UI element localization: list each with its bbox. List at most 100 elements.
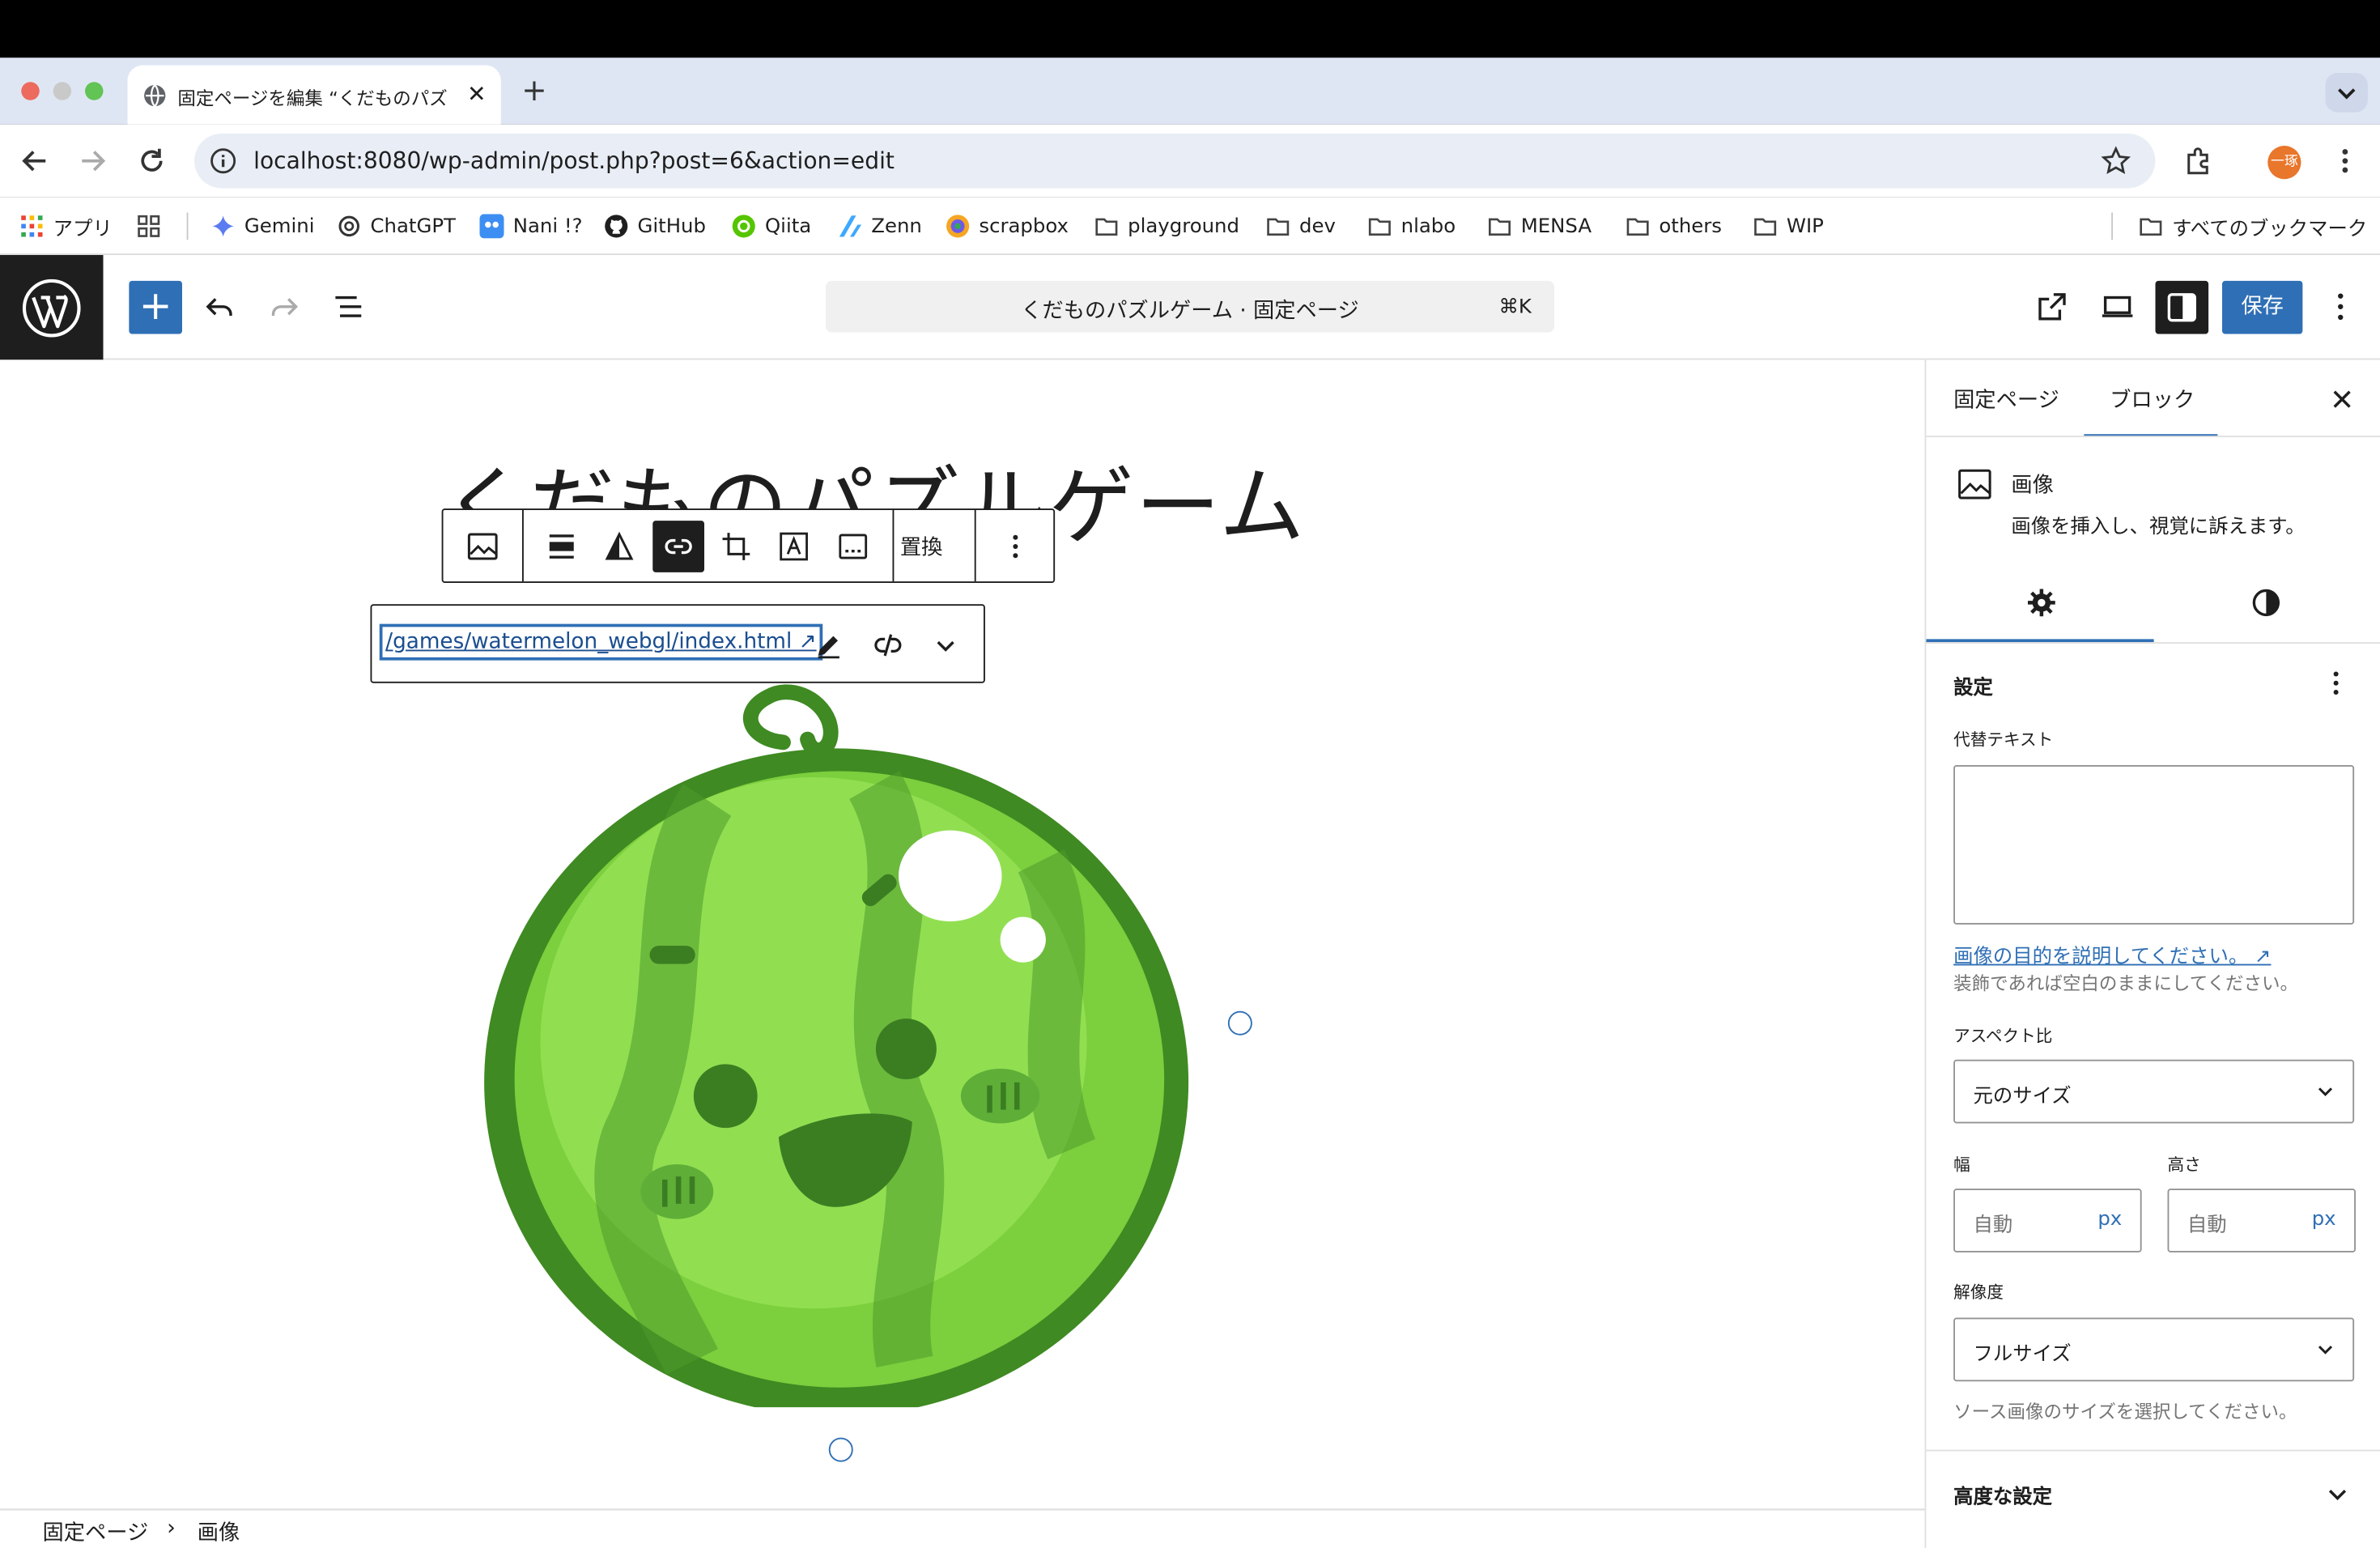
redo-icon[interactable] (266, 288, 302, 325)
image-icon (467, 533, 498, 560)
unlink-icon[interactable] (873, 630, 903, 661)
breadcrumb-item-image[interactable]: 画像 (198, 1516, 240, 1547)
settings-panel-title[interactable]: 設定 (1953, 671, 1993, 700)
resolution-select[interactable]: フルサイズ (1953, 1317, 2355, 1382)
bookmark-folder-wip[interactable]: WIP (1753, 213, 1824, 240)
advanced-panel-toggle[interactable]: 高度な設定 (1953, 1480, 2052, 1509)
external-link-icon[interactable] (2034, 288, 2071, 325)
new-tab-button[interactable]: + (517, 73, 550, 106)
aspect-ratio-select[interactable]: 元のサイズ (1953, 1059, 2355, 1124)
maximize-window-button[interactable] (85, 82, 104, 100)
options-icon[interactable] (2323, 288, 2359, 325)
alt-text-label: 代替テキスト (1953, 729, 2054, 751)
tab-page[interactable]: 固定ページ (1953, 384, 2059, 415)
styles-contrast-icon[interactable] (2251, 588, 2282, 619)
block-options-button[interactable] (990, 521, 1042, 572)
text-overlay-button[interactable] (768, 521, 820, 572)
link-button[interactable] (652, 521, 704, 572)
close-window-button[interactable] (21, 82, 40, 100)
block-inserter-button[interactable]: + (129, 280, 182, 334)
crop-button[interactable] (711, 521, 763, 572)
tab-search-button[interactable] (2325, 73, 2368, 113)
address-bar[interactable]: localhost:8080/wp-admin/post.php?post=6&… (194, 134, 2156, 189)
edit-pencil-icon[interactable] (814, 630, 844, 661)
bookmark-zenn[interactable]: Zenn (838, 213, 922, 240)
resize-handle-right[interactable] (1227, 1010, 1252, 1036)
replace-button[interactable]: 置換 (900, 531, 943, 562)
alt-text-input[interactable] (1953, 765, 2355, 925)
folder-icon (2140, 218, 2162, 236)
chevron-down-icon[interactable] (930, 630, 961, 661)
block-toolbar: 置換 (441, 508, 1056, 583)
align-button[interactable] (536, 521, 588, 572)
breadcrumb: 固定ページ › 画像 (0, 1508, 1925, 1548)
command-palette-button[interactable]: くだものパズルゲーム · 固定ページ ⌘K (826, 280, 1554, 333)
link-url[interactable]: /games/watermelon_webgl/index.html ↗ (379, 623, 823, 661)
browser-tab-strip: 固定ページを編集 “くだものパズ ✕ + (0, 57, 2380, 125)
alt-help-text: 装飾であれば空白のままにしてください。 (1953, 972, 2299, 995)
tab-block[interactable]: ブロック (2110, 384, 2195, 415)
reload-icon[interactable] (135, 144, 168, 177)
width-label: 幅 (1953, 1155, 1970, 1176)
bookmark-qiita[interactable]: Qiita (732, 213, 811, 240)
duotone-icon (605, 531, 634, 560)
height-input[interactable]: 自動 px (2167, 1189, 2356, 1252)
bookmark-folder-mensa[interactable]: MENSA (1488, 213, 1592, 240)
chevron-down-icon (2338, 88, 2356, 100)
save-button[interactable]: 保存 (2222, 280, 2303, 334)
block-card-description: 画像を挿入し、視覚に訴えます。 (2011, 516, 2306, 539)
height-unit-select[interactable]: px (2312, 1209, 2336, 1231)
crop-icon (722, 533, 750, 560)
breadcrumb-item-page[interactable]: 固定ページ (43, 1516, 149, 1547)
bookmark-chatgpt[interactable]: ChatGPT (337, 213, 456, 240)
width-input[interactable]: 自動 px (1953, 1189, 2142, 1252)
block-type-button[interactable] (457, 521, 508, 572)
alt-help-link[interactable]: 画像の目的を説明してください。 ↗ (1953, 940, 2271, 968)
command-shortcut: ⌘K (1498, 296, 1532, 319)
bookmark-scrapbox[interactable]: scrapbox (946, 213, 1069, 240)
block-card-title: 画像 (2011, 474, 2054, 498)
caption-icon (839, 534, 868, 559)
bookmark-folder-dev[interactable]: dev (1266, 213, 1336, 240)
device-preview-icon[interactable] (2099, 288, 2136, 325)
forward-icon[interactable] (76, 144, 109, 177)
resize-handle-bottom[interactable] (828, 1437, 853, 1462)
more-vertical-icon[interactable] (2321, 668, 2352, 699)
height-label: 高さ (2167, 1155, 2201, 1176)
extensions-icon[interactable] (2182, 144, 2216, 177)
profile-avatar[interactable]: 一琢 (2267, 146, 2301, 180)
breadcrumb-separator: › (167, 1516, 176, 1542)
bookmark-folder-playground[interactable]: playground (1094, 213, 1239, 240)
back-icon[interactable] (19, 144, 52, 177)
bookmark-star-icon[interactable] (2101, 146, 2131, 176)
image-block[interactable] (480, 678, 1200, 1408)
wordpress-logo-button[interactable] (0, 255, 104, 360)
bookmark-tab-groups[interactable] (137, 213, 170, 240)
close-tab-icon[interactable]: ✕ (465, 82, 489, 106)
watermelon-image (484, 684, 1188, 1408)
site-info-icon[interactable] (210, 147, 237, 175)
bookmark-github[interactable]: GitHub (604, 213, 706, 240)
settings-toggle-button[interactable] (2155, 280, 2209, 334)
gear-icon[interactable] (2026, 588, 2057, 619)
close-icon[interactable] (2327, 384, 2357, 415)
bookmark-apps[interactable]: アプリ (19, 213, 113, 240)
tab-groups-icon (138, 215, 160, 237)
width-unit-select[interactable]: px (2097, 1209, 2122, 1231)
undo-icon[interactable] (202, 288, 238, 325)
bookmark-nani[interactable]: Nani !? (479, 213, 583, 240)
caption-button[interactable] (827, 521, 879, 572)
chevron-down-icon (2318, 1087, 2333, 1096)
github-icon (605, 215, 628, 238)
browser-tab-active[interactable]: 固定ページを編集 “くだものパズ ✕ (127, 65, 501, 125)
duotone-button[interactable] (593, 521, 645, 572)
apps-grid-icon (21, 215, 43, 237)
document-overview-icon[interactable] (331, 288, 368, 325)
bookmark-folder-others[interactable]: others (1626, 213, 1722, 240)
bookmark-folder-nlabo[interactable]: nlabo (1367, 213, 1456, 240)
minimize-window-button[interactable] (53, 82, 72, 100)
more-vertical-icon[interactable] (2328, 144, 2361, 177)
bookmark-all-bookmarks[interactable]: すべてのブックマーク (2139, 213, 2367, 240)
bookmark-gemini[interactable]: Gemini (211, 213, 315, 240)
chevron-down-icon[interactable] (2324, 1480, 2352, 1508)
